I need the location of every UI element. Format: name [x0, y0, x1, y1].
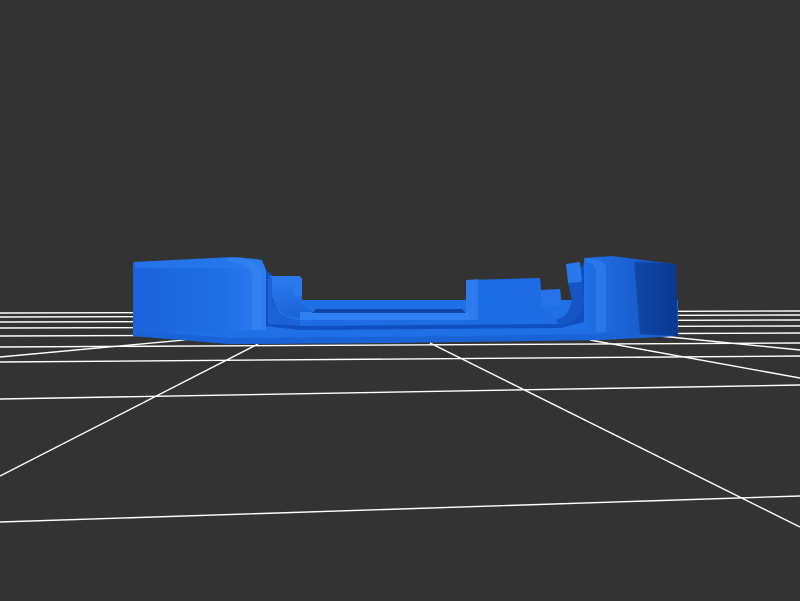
ground-grid — [0, 310, 800, 528]
tray-notch-block — [540, 289, 562, 307]
3d-viewport[interactable] — [0, 0, 800, 601]
model-tray[interactable] — [133, 256, 678, 344]
tray-floor — [300, 312, 470, 320]
tray-left-block — [133, 257, 266, 333]
scene-canvas[interactable] — [0, 0, 800, 601]
